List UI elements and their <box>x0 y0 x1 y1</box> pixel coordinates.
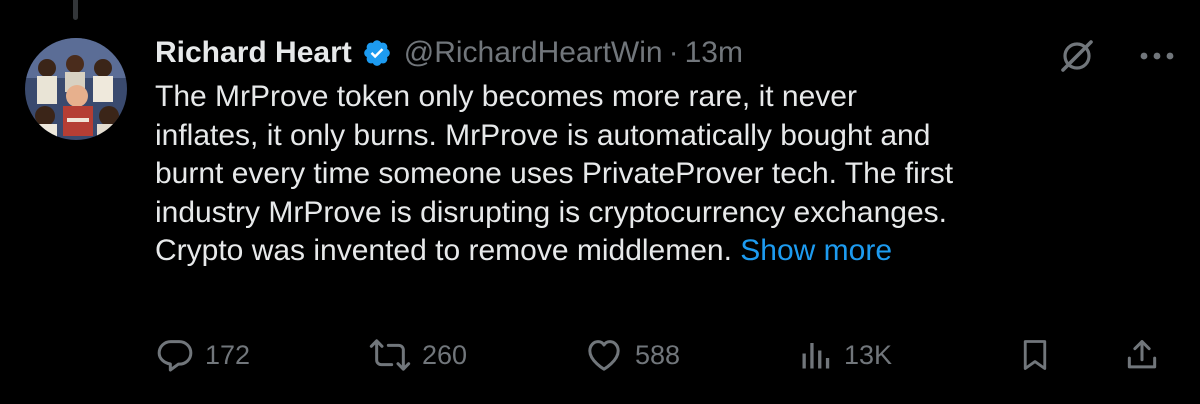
tweet-text-line: industry MrProve is disrupting is crypto… <box>155 195 947 229</box>
display-name[interactable]: Richard Heart <box>155 36 352 70</box>
tweet-actions-bar: 172 260 588 13K <box>155 330 1175 380</box>
views-icon <box>798 335 834 375</box>
like-button[interactable]: 588 <box>583 330 680 380</box>
header-separator: · <box>668 36 679 69</box>
repost-icon <box>368 335 412 375</box>
avatar[interactable] <box>25 38 127 140</box>
grok-icon[interactable] <box>1057 36 1097 76</box>
share-button[interactable] <box>1123 330 1161 380</box>
tweet-text-line: The MrProve token only becomes more rare… <box>155 80 857 113</box>
views-button[interactable]: 13K <box>798 330 892 380</box>
tweet-text: The MrProve token only becomes more rare… <box>155 78 1175 271</box>
tweet-text-line: Crypto was invented to remove middlemen. <box>155 234 732 267</box>
thread-connector-line <box>73 0 78 20</box>
verified-badge-icon[interactable] <box>362 38 392 68</box>
tweet-text-line: inflates, it only burns. MrProve is auto… <box>155 118 931 152</box>
bookmark-button[interactable] <box>1017 330 1053 380</box>
show-more-link[interactable]: Show more <box>740 234 892 267</box>
author-handle[interactable]: @RichardHeartWin <box>404 36 663 70</box>
repost-button[interactable]: 260 <box>368 330 467 380</box>
tweet-text-line: burnt every time someone uses PrivatePro… <box>155 157 954 190</box>
reply-count: 172 <box>205 339 251 370</box>
more-options-icon[interactable] <box>1139 51 1175 61</box>
tweet-timestamp[interactable]: 13m <box>685 36 743 70</box>
like-icon <box>583 335 625 375</box>
repost-count: 260 <box>422 339 468 370</box>
bookmark-icon <box>1017 334 1053 376</box>
tweet-text-last-line: Crypto was invented to remove middlemen.… <box>155 232 1175 271</box>
share-icon <box>1123 335 1161 375</box>
avatar-image <box>25 38 127 140</box>
like-count: 588 <box>635 339 681 370</box>
view-count: 13K <box>844 339 893 370</box>
reply-button[interactable]: 172 <box>155 330 250 380</box>
reply-icon <box>155 335 195 375</box>
